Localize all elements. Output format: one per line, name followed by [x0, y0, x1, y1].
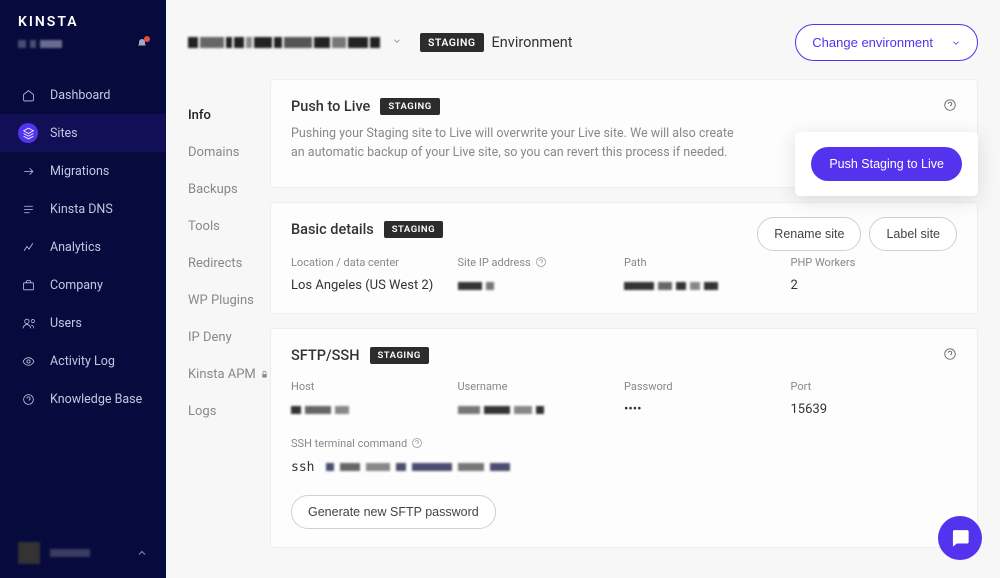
- nav-label: Users: [50, 316, 82, 331]
- help-button[interactable]: [943, 98, 957, 112]
- subnav-domains[interactable]: Domains: [188, 134, 270, 171]
- push-staging-highlight: Push Staging to Live: [795, 132, 978, 196]
- help-icon: [22, 393, 35, 406]
- panel-title: Push to Live: [291, 98, 370, 115]
- layers-icon: [22, 127, 35, 140]
- username-label: Username: [458, 380, 625, 393]
- username-value: [458, 401, 625, 419]
- subnav-info[interactable]: Info: [188, 97, 270, 134]
- subnav-plugins[interactable]: WP Plugins: [188, 282, 270, 319]
- nav-label: Analytics: [50, 240, 101, 255]
- nav-company[interactable]: Company: [0, 266, 166, 304]
- nav-analytics[interactable]: Analytics: [0, 228, 166, 266]
- staging-badge: STAGING: [384, 221, 443, 238]
- push-staging-to-live-button[interactable]: Push Staging to Live: [811, 147, 962, 181]
- path-value: [624, 277, 791, 295]
- nav-activity[interactable]: Activity Log: [0, 342, 166, 380]
- generate-password-button[interactable]: Generate new SFTP password: [291, 495, 496, 529]
- chevron-down-icon: [392, 36, 402, 46]
- site-subnav: Info Domains Backups Tools Redirects WP …: [188, 79, 270, 562]
- subnav-apm[interactable]: Kinsta APM: [188, 356, 270, 393]
- nav-label: Migrations: [50, 164, 109, 179]
- nav-label: Activity Log: [50, 354, 115, 369]
- location-value: Los Angeles (US West 2): [291, 277, 458, 295]
- ssh-command-label: SSH terminal command: [291, 437, 957, 450]
- chat-icon: [949, 527, 971, 549]
- location-label: Location / data center: [291, 256, 458, 269]
- staging-badge: STAGING: [380, 98, 439, 115]
- help-circle-icon: [535, 256, 547, 268]
- nav-users[interactable]: Users: [0, 304, 166, 342]
- main-nav: Dashboard Sites Migrations Kinsta DNS An…: [0, 76, 166, 418]
- nav-sites[interactable]: Sites: [0, 114, 166, 152]
- subnav-ipdeny[interactable]: IP Deny: [188, 319, 270, 356]
- panel-title: Basic details: [291, 221, 374, 238]
- nav-label: Knowledge Base: [50, 392, 142, 407]
- notifications-button[interactable]: [136, 38, 148, 54]
- workers-label: PHP Workers: [791, 256, 958, 269]
- panel-title: SFTP/SSH: [291, 347, 360, 364]
- site-dropdown[interactable]: [392, 35, 402, 50]
- eye-icon: [22, 355, 35, 368]
- rename-site-button[interactable]: Rename site: [757, 217, 861, 251]
- subnav-redirects[interactable]: Redirects: [188, 245, 270, 282]
- subnav-label: Kinsta APM: [188, 367, 256, 382]
- migrate-icon: [22, 165, 35, 178]
- environment-badge: STAGING: [420, 33, 484, 52]
- chevron-down-icon: [951, 38, 961, 48]
- users-icon: [22, 317, 35, 330]
- nav-label: Sites: [50, 126, 78, 141]
- workers-value: 2: [791, 277, 958, 295]
- change-environment-button[interactable]: Change environment: [795, 24, 978, 61]
- ip-value: [458, 277, 625, 295]
- user-menu[interactable]: [0, 528, 166, 578]
- subnav-backups[interactable]: Backups: [188, 171, 270, 208]
- label-site-button[interactable]: Label site: [869, 217, 957, 251]
- main-sidebar: KINSTA Dashboard Sites Migrations Kinsta…: [0, 0, 166, 578]
- help-circle-icon: [411, 437, 423, 449]
- environment-label: Environment: [492, 34, 573, 51]
- nav-label: Dashboard: [50, 88, 110, 103]
- nav-label: Company: [50, 278, 103, 293]
- brand-logo: KINSTA: [0, 0, 166, 40]
- home-icon: [22, 89, 35, 102]
- main-content: STAGING Environment Change environment I…: [166, 0, 1000, 578]
- nav-migrations[interactable]: Migrations: [0, 152, 166, 190]
- nav-dns[interactable]: Kinsta DNS: [0, 190, 166, 228]
- subnav-logs[interactable]: Logs: [188, 393, 270, 430]
- notification-dot-icon: [144, 36, 150, 42]
- basic-details-panel: Basic details STAGING Rename site Label …: [270, 202, 978, 314]
- site-name: [188, 37, 380, 48]
- subnav-tools[interactable]: Tools: [188, 208, 270, 245]
- page-header: STAGING Environment Change environment: [166, 0, 1000, 79]
- avatar: [18, 542, 40, 564]
- path-label: Path: [624, 256, 791, 269]
- nav-knowledge[interactable]: Knowledge Base: [0, 380, 166, 418]
- host-label: Host: [291, 380, 458, 393]
- dns-icon: [22, 203, 35, 216]
- chevron-up-icon: [136, 547, 148, 559]
- briefcase-icon: [22, 279, 35, 292]
- panel-description: Pushing your Staging site to Live will o…: [291, 125, 741, 163]
- help-button[interactable]: [943, 347, 957, 361]
- nav-label: Kinsta DNS: [50, 202, 113, 217]
- nav-dashboard[interactable]: Dashboard: [0, 76, 166, 114]
- chart-icon: [22, 241, 35, 254]
- host-value: [291, 401, 458, 419]
- ip-label: Site IP address: [458, 256, 625, 269]
- staging-badge: STAGING: [370, 347, 429, 364]
- port-value: 15639: [791, 401, 958, 419]
- help-circle-icon: [943, 347, 957, 361]
- password-value: ••••: [624, 401, 791, 419]
- chat-launcher[interactable]: [938, 516, 982, 560]
- lock-icon: [260, 370, 269, 379]
- password-label: Password: [624, 380, 791, 393]
- help-circle-icon: [943, 98, 957, 112]
- sftp-ssh-panel: SFTP/SSH STAGING Host: [270, 328, 978, 548]
- button-label: Change environment: [812, 35, 933, 50]
- port-label: Port: [791, 380, 958, 393]
- ssh-command-value: ssh: [291, 460, 957, 475]
